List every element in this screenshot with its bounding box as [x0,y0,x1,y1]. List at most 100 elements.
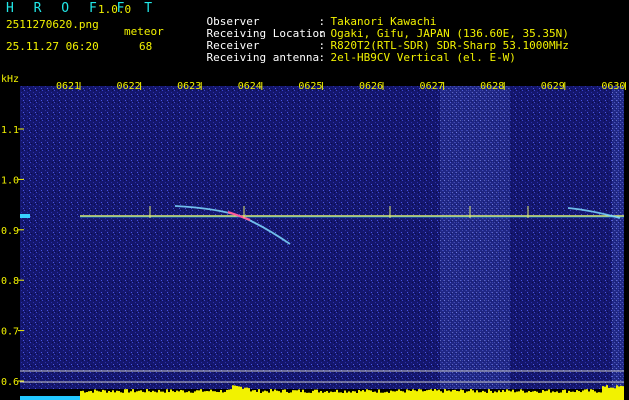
level-bar [82,390,84,400]
level-bar [568,390,570,400]
level-bar [554,392,556,400]
time-tick-label: 0623 [177,81,201,92]
level-bar [574,392,576,400]
level-bar [484,391,486,400]
level-bar [368,390,370,400]
level-bar [536,391,538,400]
level-bar [492,392,494,400]
level-bar [584,389,586,400]
level-bar [116,390,118,400]
level-bar [280,392,282,400]
level-bar [372,391,374,400]
level-bar [336,389,338,400]
level-bar [360,391,362,400]
level-bar [106,392,108,400]
level-bar [158,389,160,400]
level-bar [526,392,528,400]
level-bar [470,389,472,400]
level-bar [346,392,348,400]
level-bar [248,388,250,400]
level-bar [350,392,352,400]
level-bar [330,391,332,400]
level-bar [474,392,476,400]
level-bar [596,392,598,400]
carrier-start-mark [20,214,30,218]
level-bar [284,389,286,400]
antenna-key: Receiving antenna [206,51,320,64]
level-bar [462,390,464,400]
antenna-value: 2el-HB9CV Vertical (el. E-W) [330,51,516,64]
level-bar [326,391,328,400]
level-bar [162,391,164,400]
level-bar [104,390,106,400]
file-name: 2511270620.png [6,18,99,31]
level-bar [28,396,30,400]
meteor-count: 68 [139,40,153,53]
level-bar [560,392,562,400]
level-bar [292,390,294,400]
level-bar [230,389,232,400]
level-bar [586,389,588,400]
level-bar [582,390,584,400]
level-bar [428,389,430,400]
level-bar [134,392,136,400]
level-bar [178,391,180,400]
level-bar [144,392,146,400]
level-bar [296,390,298,400]
level-bar [450,391,452,400]
time-tick-label: 0628 [480,81,504,92]
level-bar [236,386,238,400]
level-bar [48,396,50,400]
level-bar [302,389,304,400]
level-bar [478,392,480,400]
level-bar [220,390,222,400]
level-bar [556,391,558,400]
level-bar [522,390,524,400]
level-bar [444,389,446,400]
level-bar [250,391,252,400]
level-bar [188,391,190,400]
level-bar [120,392,122,400]
level-bar [60,396,62,400]
level-bar [170,389,172,400]
level-bar [256,391,258,400]
level-bar [240,386,242,400]
level-bar [232,385,234,400]
level-bar [222,392,224,400]
level-bar [192,392,194,400]
level-bar [386,391,388,400]
level-bar [322,392,324,400]
level-bar [200,389,202,400]
level-bar [548,389,550,400]
level-bar [320,391,322,400]
level-bar [590,389,592,400]
level-bar [260,392,262,400]
level-bar [58,396,60,400]
level-bar [542,390,544,400]
level-bar [430,389,432,400]
level-bar [216,391,218,400]
level-bar [364,391,366,400]
level-bar [538,392,540,400]
level-bar [534,390,536,400]
level-bar [112,390,114,400]
level-bar [576,390,578,400]
level-bar [510,391,512,400]
level-bar [420,389,422,400]
level-bar [514,392,516,400]
level-bar [400,390,402,400]
level-bar [394,391,396,400]
level-bar [180,389,182,400]
level-bar [622,386,624,400]
axis-unit-label: kHz [1,74,19,85]
level-bar [62,396,64,400]
level-bar [98,391,100,400]
level-bar [96,390,98,400]
level-bar [226,389,228,400]
level-bar [214,391,216,400]
level-bar [312,390,314,400]
level-bar [100,391,102,400]
level-bar [412,389,414,400]
level-bar [152,390,154,400]
level-bar [42,396,44,400]
